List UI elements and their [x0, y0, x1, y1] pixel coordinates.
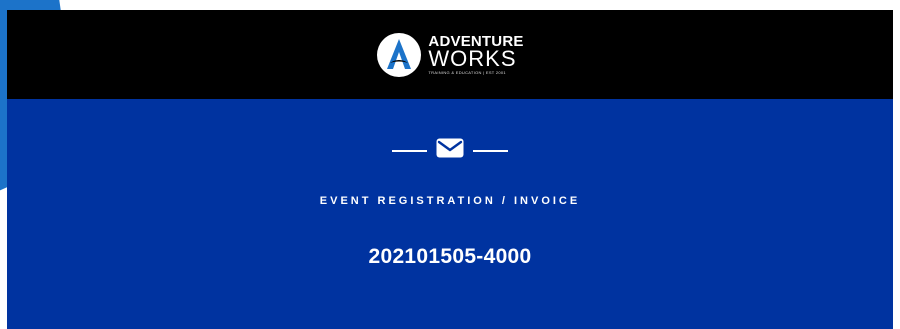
invoice-number: 202101505-4000 [368, 245, 532, 268]
brand-tagline: TRAINING & EDUCATION | EST 2001 [428, 70, 506, 75]
page: ADVENTURE WORKS TRAINING & EDUCATION | E… [0, 0, 900, 329]
brand-name-line2: WORKS [428, 46, 517, 71]
envelope-icon [436, 138, 464, 163]
envelope-divider [392, 138, 508, 163]
brand-wordmark: ADVENTURE WORKS TRAINING & EDUCATION | E… [428, 34, 523, 75]
divider-line-left [392, 149, 427, 152]
email-header: ADVENTURE WORKS TRAINING & EDUCATION | E… [7, 10, 893, 99]
mountain-a-logo-icon [376, 32, 422, 78]
email-body: EVENT REGISTRATION / INVOICE 202101505-4… [7, 99, 893, 329]
email-card: ADVENTURE WORKS TRAINING & EDUCATION | E… [7, 10, 893, 329]
divider-line-right [473, 149, 508, 152]
document-type-heading: EVENT REGISTRATION / INVOICE [319, 195, 581, 207]
brand-logo: ADVENTURE WORKS TRAINING & EDUCATION | E… [376, 32, 523, 78]
